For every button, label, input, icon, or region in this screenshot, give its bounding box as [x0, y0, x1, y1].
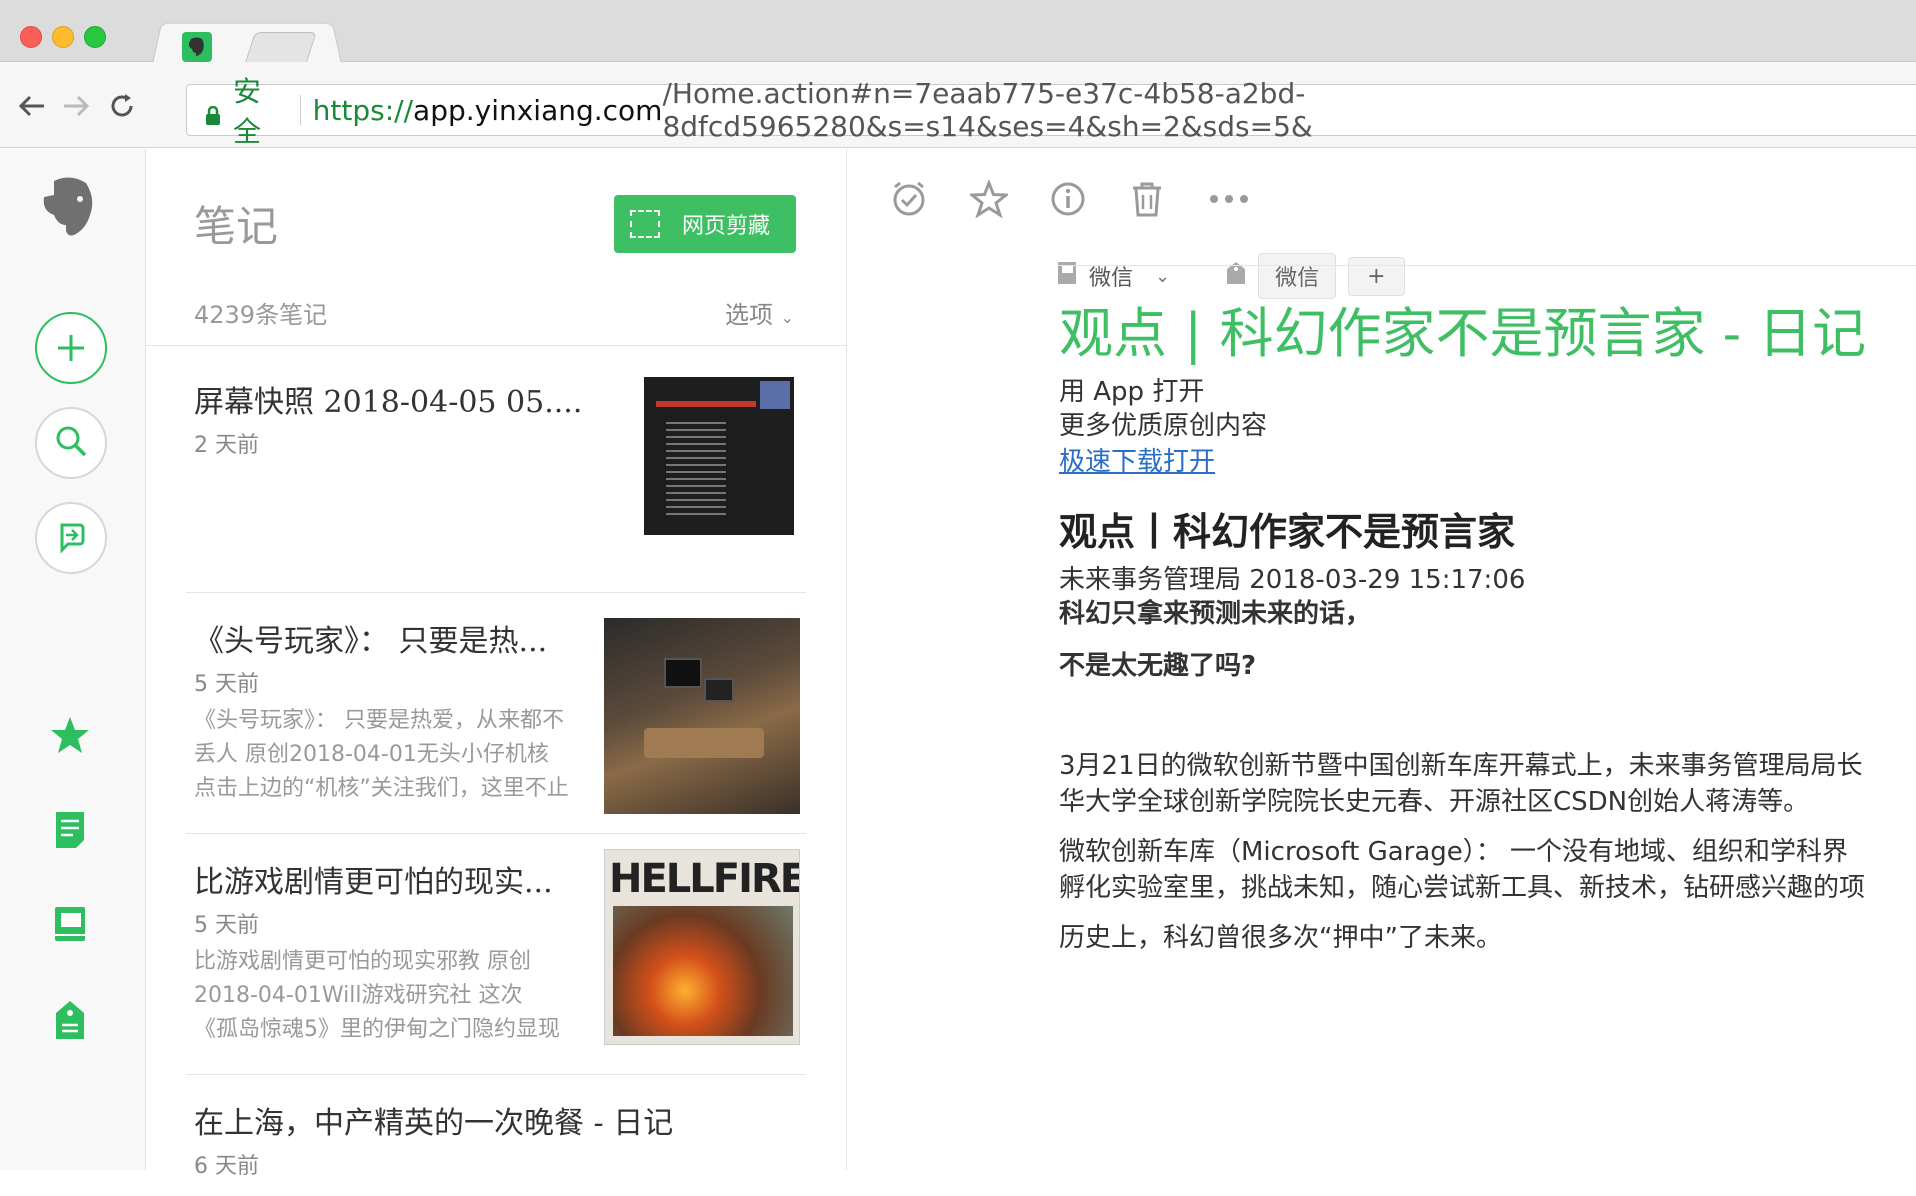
- note-card[interactable]: 屏幕快照 2018-04-05 05.... 2 天前: [186, 355, 806, 593]
- web-clipper-label: 网页剪藏: [682, 214, 771, 239]
- photo-thumbnail: [604, 618, 800, 814]
- panel-title: 笔记: [194, 202, 279, 251]
- search-icon: [54, 424, 88, 462]
- close-window-button[interactable]: [20, 26, 42, 48]
- chevron-down-icon: ⌄: [780, 308, 794, 327]
- note-date: 2 天前: [194, 433, 259, 458]
- note-title[interactable]: 观点 | 科幻作家不是预言家 - 日记: [1059, 289, 1866, 368]
- shortcuts-star-icon[interactable]: [44, 709, 96, 761]
- note-title: 比游戏剧情更可怕的现实...: [194, 865, 553, 900]
- paragraph-line: 历史上，科幻曾很多次“押中”了未来。: [1059, 923, 1502, 953]
- maximize-window-button[interactable]: [84, 26, 106, 48]
- newspaper-thumbnail: HELLFIRE: [604, 849, 800, 1045]
- note-date: 5 天前: [194, 913, 259, 938]
- notebooks-icon[interactable]: [44, 899, 96, 951]
- security-label: 安全: [233, 75, 262, 148]
- chevron-down-icon[interactable]: ⌄: [1155, 266, 1170, 287]
- back-arrow-icon[interactable]: [14, 88, 50, 124]
- options-dropdown[interactable]: 选项 ⌄: [725, 295, 794, 330]
- divider: [146, 345, 847, 346]
- note-editor: 微信 ⌄ 微信 + 观点 | 科幻作家不是预言家 - 日记 用 App 打开 更…: [847, 149, 1916, 1170]
- note-card[interactable]: 比游戏剧情更可怕的现实... 5 天前 比游戏剧情更可怕的现实邪教 原创 201…: [186, 835, 806, 1075]
- search-button[interactable]: [35, 407, 107, 479]
- address-bar[interactable]: 安全 https://app.yinxiang.com/Home.action#…: [186, 75, 1916, 148]
- body-text: 更多优质原创内容: [1059, 411, 1268, 441]
- url-scheme: https://: [312, 93, 414, 127]
- minimize-window-button[interactable]: [52, 26, 74, 48]
- tags-icon[interactable]: [44, 994, 96, 1046]
- body-text: 用 App 打开: [1059, 377, 1205, 407]
- clip-icon: [630, 210, 660, 238]
- lock-icon: [205, 100, 221, 125]
- new-note-button[interactable]: [35, 312, 107, 384]
- options-label: 选项: [724, 301, 773, 329]
- paragraph-line: 3月21日的微软创新节暨中国创新车库开幕式上，未来事务管理局局长: [1059, 751, 1863, 781]
- url-path: /Home.action#n=7eaab775-e37c-4b58-a2bd-8…: [662, 77, 1313, 143]
- paragraph-line: 华大学全球创新学院院长史元春、开源社区CSDN创始人蒋涛等。: [1059, 787, 1810, 817]
- divider: [299, 95, 301, 125]
- evernote-logo-icon[interactable]: [40, 175, 98, 243]
- note-card[interactable]: 在上海，中产精英的一次晚餐 - 日记 6 天前: [186, 1076, 806, 1196]
- byline: 未来事务管理局 2018-03-29 15:17:06: [1059, 565, 1526, 595]
- paragraph-line: 孵化实验室里，挑战未知，随心尝试新工具、新技术，钻研感兴趣的项: [1059, 873, 1866, 903]
- web-clipper-button[interactable]: 网页剪藏: [614, 195, 796, 253]
- forward-arrow-icon[interactable]: [58, 88, 94, 124]
- reload-icon[interactable]: [104, 88, 140, 124]
- star-icon[interactable]: [967, 177, 1011, 221]
- note-count: 4239条笔记: [194, 301, 328, 329]
- note-snippet: 比游戏剧情更可怕的现实邪教 原创 2018-04-01Will游戏研究社 这次 …: [194, 949, 560, 1042]
- left-sidebar: [0, 149, 146, 1170]
- notes-icon[interactable]: [44, 804, 96, 856]
- article-title: 观点丨科幻作家不是预言家: [1059, 510, 1516, 554]
- note-title: 《头号玩家》： 只要是热...: [194, 624, 548, 659]
- note-title: 屏幕快照 2018-04-05 05....: [194, 385, 583, 420]
- lead-text: 不是太无趣了吗?: [1059, 651, 1257, 681]
- thumbnail-headline: HELLFIRE: [609, 856, 800, 902]
- more-options-icon[interactable]: [1207, 177, 1251, 221]
- note-date: 5 天前: [194, 672, 259, 697]
- reminder-alarm-icon[interactable]: [887, 177, 931, 221]
- note-card[interactable]: 《头号玩家》： 只要是热... 5 天前 《头号玩家》： 只要是热爱，从来都不 …: [186, 594, 806, 834]
- url-host: app.yinxiang.com: [413, 93, 663, 127]
- paragraph-line: 微软创新车库（Microsoft Garage）： 一个没有地域、组织和学科界: [1059, 837, 1849, 867]
- browser-tab-strip: [0, 0, 1916, 65]
- screenshot-thumbnail: [644, 377, 794, 535]
- trash-icon[interactable]: [1125, 177, 1169, 221]
- share-chat-icon: [54, 519, 88, 557]
- work-chat-button[interactable]: [35, 502, 107, 574]
- info-icon[interactable]: [1046, 177, 1090, 221]
- lead-text: 科幻只拿来预测未来的话，: [1059, 599, 1372, 629]
- evernote-favicon-icon: [182, 32, 212, 62]
- note-snippet: 《头号玩家》： 只要是热爱，从来都不 丢人 原创2018-04-01无头小仔机核…: [194, 708, 569, 801]
- download-link[interactable]: 极速下载打开: [1059, 441, 1215, 478]
- note-title: 在上海，中产精英的一次晚餐 - 日记: [194, 1106, 674, 1141]
- note-date: 6 天前: [194, 1154, 259, 1179]
- divider: [1057, 265, 1916, 266]
- notes-list-panel: 笔记 网页剪藏 4239条笔记 选项 ⌄ 屏幕快照 2018-04-05 05.…: [146, 149, 847, 1179]
- new-tab-button[interactable]: [245, 32, 317, 62]
